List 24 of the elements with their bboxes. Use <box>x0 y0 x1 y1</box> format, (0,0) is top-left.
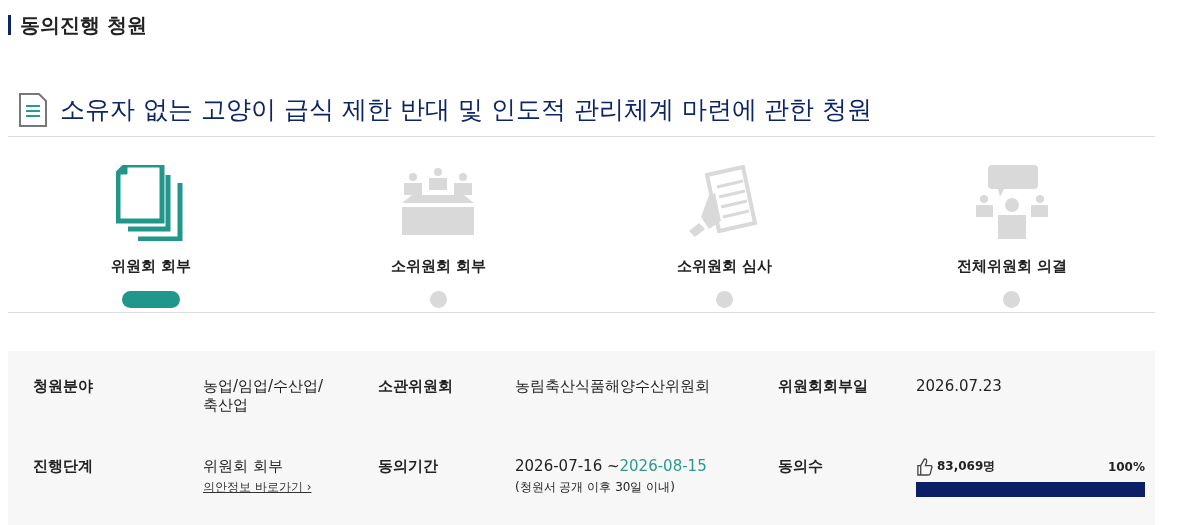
field-value: 위원회 회부 <box>203 457 283 476</box>
thumbs-up-icon <box>916 457 933 476</box>
section-title: 동의진행 청원 <box>20 11 147 39</box>
field-label: 진행단계 <box>33 457 94 477</box>
agree-count: 83,069명 <box>937 458 996 475</box>
step-label: 전체위원회 의결 <box>956 257 1067 276</box>
step-label: 위원회 회부 <box>111 257 192 276</box>
step-label: 소위원회 심사 <box>677 257 773 276</box>
discussion-icon <box>973 165 1050 241</box>
period-dates: 2026-07-16 ~2026-08-15 <box>515 457 707 475</box>
field-label: 위원회회부일 <box>778 377 869 397</box>
step-label: 소위원회 회부 <box>390 257 486 276</box>
period-note: (청원서 공개 이후 30일 이내) <box>515 479 675 496</box>
field-value: 농림축산식품해양수산위원회 <box>515 377 710 396</box>
field-label: 소관위원회 <box>378 377 454 397</box>
field-label: 청원분야 <box>33 377 94 397</box>
field-label: 동의수 <box>778 457 824 477</box>
field-value: 농업/임업/수산업/축산업 <box>203 377 325 415</box>
agree-percent: 100% <box>1107 459 1145 474</box>
field-value: 2026.07.23 <box>916 377 1002 395</box>
field-label: 동의기간 <box>378 457 439 477</box>
bill-info-link[interactable]: 의안정보 바로가기 › <box>203 479 312 496</box>
document-icon <box>18 92 48 127</box>
petition-title: 소유자 없는 고양이 급식 제한 반대 및 인도적 관리체계 마련에 관한 청원 <box>60 94 873 126</box>
